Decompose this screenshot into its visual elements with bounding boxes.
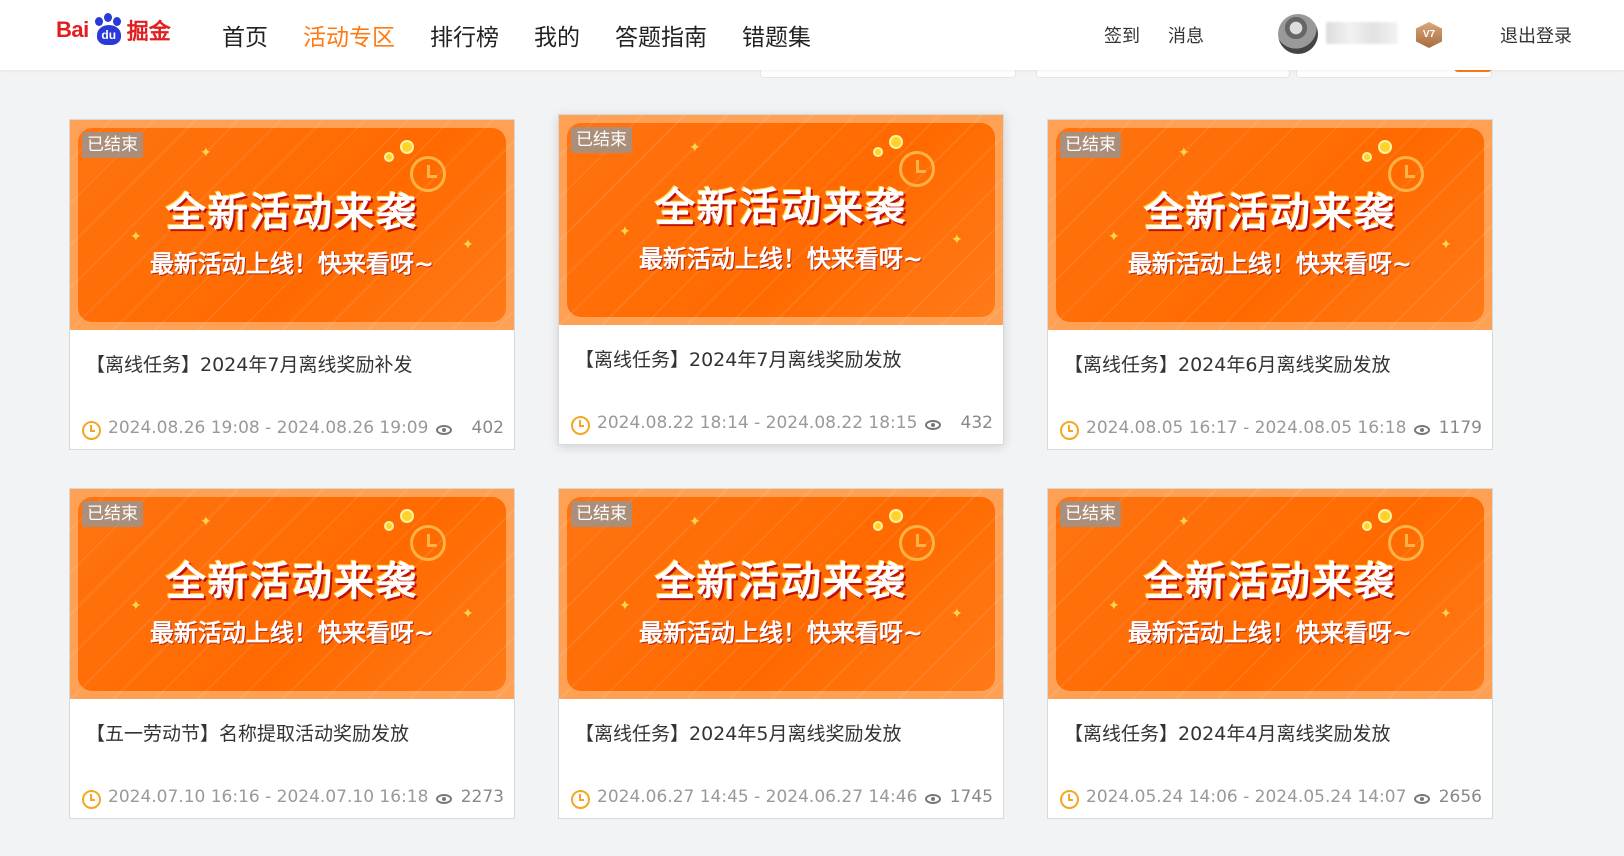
banner-subline: 最新活动上线！快来看呀~ [1127,619,1413,647]
activity-time-range: 2024.07.10 16:16 - 2024.07.10 16:18 [108,787,429,807]
banner-subline: 最新活动上线！快来看呀~ [638,245,924,273]
clock-icon [571,416,590,435]
clock-icon [1060,421,1079,440]
activity-title[interactable]: 【离线任务】2024年4月离线奖励发放 [1064,719,1484,746]
activity-banner-image: ✦ ✦ ✦ 全新活动来袭 最新活动上线！快来看呀~ 已结束 [559,115,1003,325]
banner-subline: 最新活动上线！快来看呀~ [1127,250,1413,278]
logo-paw-text: du [96,25,121,45]
banner-headline: 全新活动来袭 [655,185,907,231]
vip-level-text: V7 [1422,29,1436,40]
nav-leaderboard[interactable]: 排行榜 [430,18,499,52]
baidu-juejin-logo[interactable]: Bai du 掘金 [56,10,186,50]
eye-icon [1414,425,1430,435]
nav-activity-zone[interactable]: 活动专区 [303,18,395,52]
status-badge: 已结束 [1060,132,1121,158]
activity-time-range: 2024.05.24 14:06 - 2024.05.24 14:07 [1086,787,1407,807]
logout-button[interactable]: 退出登录 [1500,22,1572,48]
status-badge: 已结束 [82,132,143,158]
status-badge: 已结束 [82,501,143,527]
activity-banner-image: ✦ ✦ ✦ 全新活动来袭 最新活动上线！快来看呀~ 已结束 [70,489,514,699]
nav-mine[interactable]: 我的 [534,18,580,52]
clock-icon [82,421,101,440]
activity-title[interactable]: 【离线任务】2024年6月离线奖励发放 [1064,350,1484,377]
activity-title[interactable]: 【离线任务】2024年7月离线奖励补发 [86,350,506,377]
banner-headline: 全新活动来袭 [166,559,418,605]
activity-banner-image: ✦ ✦ ✦ 全新活动来袭 最新活动上线！快来看呀~ 已结束 [1048,120,1492,330]
eye-icon [925,420,941,430]
view-count: 2656 [1438,787,1482,807]
eye-icon [436,794,452,804]
eye-icon [925,794,941,804]
banner-headline: 全新活动来袭 [1144,559,1396,605]
clock-icon [571,790,590,809]
clock-icon [1060,790,1079,809]
view-count: 1745 [949,787,993,807]
activity-title[interactable]: 【离线任务】2024年7月离线奖励发放 [575,345,995,372]
activity-title[interactable]: 【离线任务】2024年5月离线奖励发放 [575,719,995,746]
activity-meta: 2024.05.24 14:06 - 2024.05.24 14:07 2656 [1060,787,1482,811]
status-badge: 已结束 [571,127,632,153]
activity-time-range: 2024.08.26 19:08 - 2024.08.26 19:09 [108,418,429,438]
banner-headline: 全新活动来袭 [655,559,907,605]
view-count: 2273 [460,787,504,807]
username-blurred[interactable] [1326,22,1398,44]
nav-wrong-questions[interactable]: 错题集 [742,18,811,52]
banner-subline: 最新活动上线！快来看呀~ [638,619,924,647]
nav-answer-guide[interactable]: 答题指南 [615,18,707,52]
checkin-link[interactable]: 签到 [1104,22,1140,48]
avatar[interactable] [1278,14,1318,54]
activity-title[interactable]: 【五一劳动节】名称提取活动奖励发放 [86,719,506,746]
paw-icon: du [91,13,125,47]
activity-card[interactable]: ✦ ✦ ✦ 全新活动来袭 最新活动上线！快来看呀~ 已结束 【离线任务】2024… [558,114,1004,445]
banner-headline: 全新活动来袭 [1144,190,1396,236]
status-badge: 已结束 [1060,501,1121,527]
messages-link[interactable]: 消息 [1168,22,1204,48]
activity-card-grid: ✦ ✦ ✦ 全新活动来袭 最新活动上线！快来看呀~ 已结束 【离线任务】2024… [0,0,1624,856]
banner-subline: 最新活动上线！快来看呀~ [149,619,435,647]
header-user-area: 签到 消息 V7 退出登录 [1064,0,1624,70]
eye-icon [1414,794,1430,804]
banner-headline: 全新活动来袭 [166,190,418,236]
activity-time-range: 2024.08.22 18:14 - 2024.08.22 18:15 [597,413,918,433]
activity-card[interactable]: ✦ ✦ ✦ 全新活动来袭 最新活动上线！快来看呀~ 已结束 【离线任务】2024… [1047,488,1493,819]
activity-meta: 2024.08.05 16:17 - 2024.08.05 16:18 1179 [1060,418,1482,442]
activity-time-range: 2024.08.05 16:17 - 2024.08.05 16:18 [1086,418,1407,438]
activity-banner-image: ✦ ✦ ✦ 全新活动来袭 最新活动上线！快来看呀~ 已结束 [70,120,514,330]
activity-banner-image: ✦ ✦ ✦ 全新活动来袭 最新活动上线！快来看呀~ 已结束 [559,489,1003,699]
activity-meta: 2024.07.10 16:16 - 2024.07.10 16:18 2273 [82,787,504,811]
vip-level-badge-icon: V7 [1414,16,1444,52]
top-header: Bai du 掘金 首页 活动专区 排行榜 我的 答题指南 错题集 签到 消息 … [0,0,1624,70]
main-nav: 首页 活动专区 排行榜 我的 答题指南 错题集 [222,0,846,70]
activity-banner-image: ✦ ✦ ✦ 全新活动来袭 最新活动上线！快来看呀~ 已结束 [1048,489,1492,699]
eye-icon [436,425,452,435]
clock-icon [82,790,101,809]
activity-meta: 2024.08.26 19:08 - 2024.08.26 19:09 402 [82,418,504,442]
banner-subline: 最新活动上线！快来看呀~ [149,250,435,278]
activity-card[interactable]: ✦ ✦ ✦ 全新活动来袭 最新活动上线！快来看呀~ 已结束 【离线任务】2024… [1047,119,1493,450]
activity-time-range: 2024.06.27 14:45 - 2024.06.27 14:46 [597,787,918,807]
logo-product-text: 掘金 [126,20,171,45]
status-badge: 已结束 [571,501,632,527]
activity-card[interactable]: ✦ ✦ ✦ 全新活动来袭 最新活动上线！快来看呀~ 已结束 【离线任务】2024… [558,488,1004,819]
view-count: 432 [960,413,993,433]
view-count: 402 [471,418,504,438]
activity-meta: 2024.06.27 14:45 - 2024.06.27 14:46 1745 [571,787,993,811]
logo-brand-text: Bai [56,17,89,42]
nav-home[interactable]: 首页 [222,18,268,52]
activity-card[interactable]: ✦ ✦ ✦ 全新活动来袭 最新活动上线！快来看呀~ 已结束 【五一劳动节】名称提… [69,488,515,819]
activity-card[interactable]: ✦ ✦ ✦ 全新活动来袭 最新活动上线！快来看呀~ 已结束 【离线任务】2024… [69,119,515,450]
activity-meta: 2024.08.22 18:14 - 2024.08.22 18:15 432 [571,413,993,437]
view-count: 1179 [1438,418,1482,438]
